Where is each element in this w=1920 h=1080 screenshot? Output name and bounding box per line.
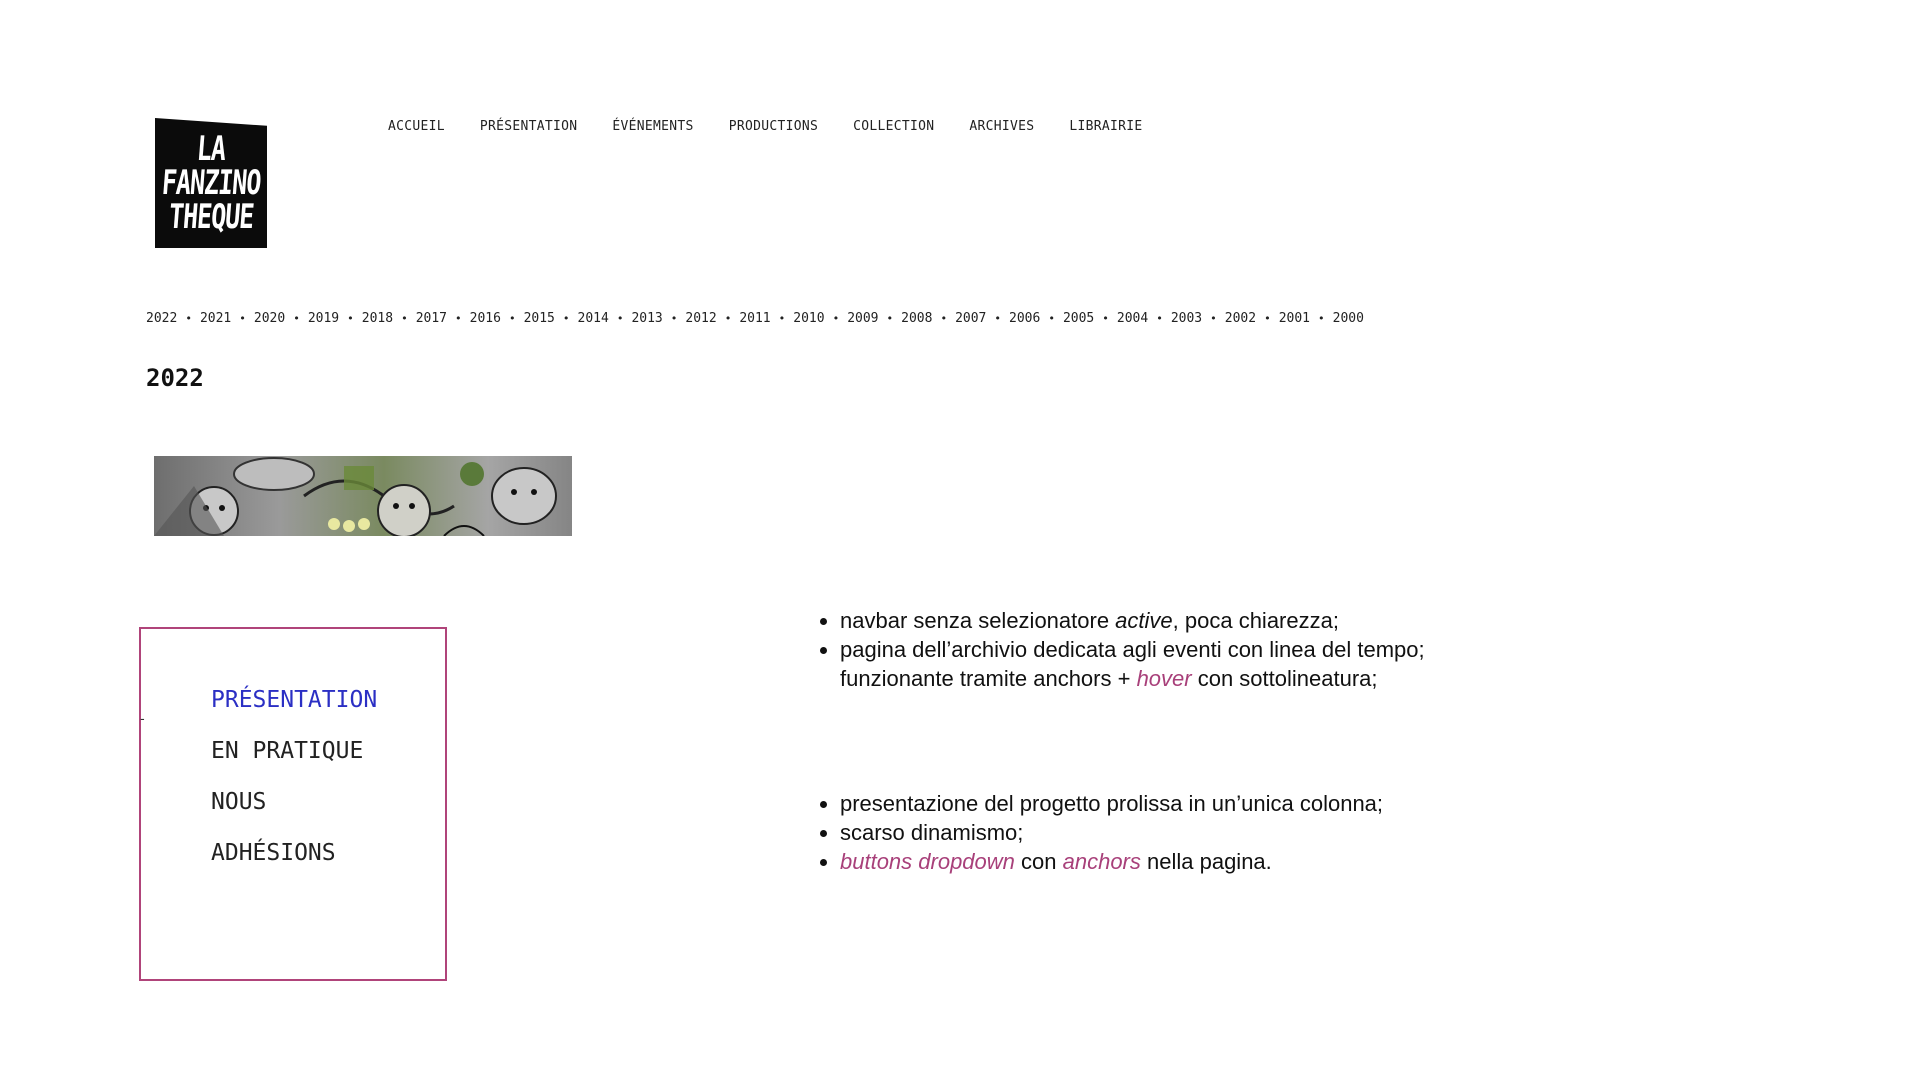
analysis-notes: navbar senza selezionatore active, poca … <box>810 606 1510 876</box>
banner-illustration <box>154 456 572 536</box>
year-link[interactable]: 2002 <box>1225 311 1256 326</box>
year-separator: • <box>886 312 894 325</box>
note-item: pagina dell’archivio dedicata agli event… <box>840 635 1510 693</box>
year-link[interactable]: 2012 <box>685 311 716 326</box>
note-item: scarso dinamismo; <box>840 818 1510 847</box>
year-separator: • <box>994 312 1001 325</box>
year-link[interactable]: 2019 <box>308 311 339 326</box>
year-separator: • <box>616 312 624 325</box>
year-link[interactable]: 2021 <box>200 311 231 326</box>
year-separator: • <box>562 312 570 325</box>
year-link[interactable]: 2017 <box>416 311 447 326</box>
year-separator: • <box>940 312 948 325</box>
submenu-item-nous[interactable]: NOUS <box>211 789 377 840</box>
year-link[interactable]: 2015 <box>524 311 555 326</box>
year-separator: • <box>1210 312 1217 325</box>
note-item: buttons dropdown con anchors nella pagin… <box>840 847 1510 876</box>
year-link[interactable]: 2014 <box>578 311 609 326</box>
year-link[interactable]: 2000 <box>1333 311 1364 326</box>
submenu-marker: - <box>140 710 145 726</box>
year-separator: • <box>185 312 192 325</box>
year-separator: • <box>508 312 516 325</box>
year-link[interactable]: 2005 <box>1063 311 1094 326</box>
submenu-item-en-pratique[interactable]: EN PRATIQUE <box>211 738 377 789</box>
submenu-item-presentation[interactable]: PRÉSENTATION <box>211 687 377 738</box>
nav-item-presentation[interactable]: PRÉSENTATION <box>480 119 578 134</box>
year-link[interactable]: 2008 <box>901 311 932 326</box>
nav-item-librairie[interactable]: LIBRAIRIE <box>1069 119 1142 134</box>
year-link[interactable]: 2003 <box>1171 311 1202 326</box>
event-banner-image[interactable] <box>154 456 572 536</box>
year-separator: • <box>1156 312 1163 325</box>
year-link[interactable]: 2020 <box>254 311 285 326</box>
year-separator: • <box>455 312 462 325</box>
year-link[interactable]: 2018 <box>362 311 393 326</box>
year-heading: 2022 <box>146 364 204 392</box>
year-link[interactable]: 2016 <box>470 311 501 326</box>
year-link[interactable]: 2010 <box>793 311 824 326</box>
main-nav: ACCUEIL PRÉSENTATION ÉVÉNEMENTS PRODUCTI… <box>388 119 1178 134</box>
notes-list-presentation: presentazione del progetto prolissa in u… <box>810 789 1510 876</box>
year-separator: • <box>778 312 786 325</box>
year-link[interactable]: 2009 <box>847 311 878 326</box>
presentation-submenu-zoom: - PRÉSENTATION EN PRATIQUE NOUS ADHÉSION… <box>139 627 447 981</box>
note-item: presentazione del progetto prolissa in u… <box>840 789 1510 818</box>
year-link[interactable]: 2004 <box>1117 311 1148 326</box>
year-separator: • <box>1048 312 1055 325</box>
nav-item-evenements[interactable]: ÉVÉNEMENTS <box>612 119 693 134</box>
note-item: navbar senza selezionatore active, poca … <box>840 606 1510 635</box>
year-separator: • <box>1264 312 1271 325</box>
fanzinotheque-logo[interactable]: LA FANZINO THEQUE <box>155 118 267 248</box>
year-link[interactable]: 2011 <box>739 311 770 326</box>
year-separator: • <box>1318 312 1325 325</box>
year-link[interactable]: 2013 <box>631 311 662 326</box>
nav-item-archives[interactable]: ARCHIVES <box>969 119 1034 134</box>
year-separator: • <box>832 312 840 325</box>
nav-item-productions[interactable]: PRODUCTIONS <box>729 119 818 134</box>
nav-item-accueil[interactable]: ACCUEIL <box>388 119 445 134</box>
year-link[interactable]: 2006 <box>1009 311 1040 326</box>
year-link[interactable]: 2022 <box>146 311 177 326</box>
logo-line-3: THEQUE <box>167 196 255 236</box>
submenu-item-adhesions[interactable]: ADHÉSIONS <box>211 840 377 891</box>
notes-list-navigation: navbar senza selezionatore active, poca … <box>810 606 1510 693</box>
submenu-list: PRÉSENTATION EN PRATIQUE NOUS ADHÉSIONS <box>211 687 377 891</box>
year-link[interactable]: 2007 <box>955 311 986 326</box>
nav-item-collection[interactable]: COLLECTION <box>853 119 934 134</box>
year-separator: • <box>724 312 732 325</box>
year-timeline: 2022 • 2021 • 2020 • 2019 • 2018 • 2017 • 2016 • 2015 •… <box>146 311 1364 326</box>
year-separator: • <box>293 312 300 325</box>
year-separator: • <box>1102 312 1109 325</box>
year-separator: • <box>670 312 678 325</box>
year-separator: • <box>347 312 354 325</box>
year-link[interactable]: 2001 <box>1279 311 1310 326</box>
year-separator: • <box>401 312 408 325</box>
year-separator: • <box>239 312 246 325</box>
